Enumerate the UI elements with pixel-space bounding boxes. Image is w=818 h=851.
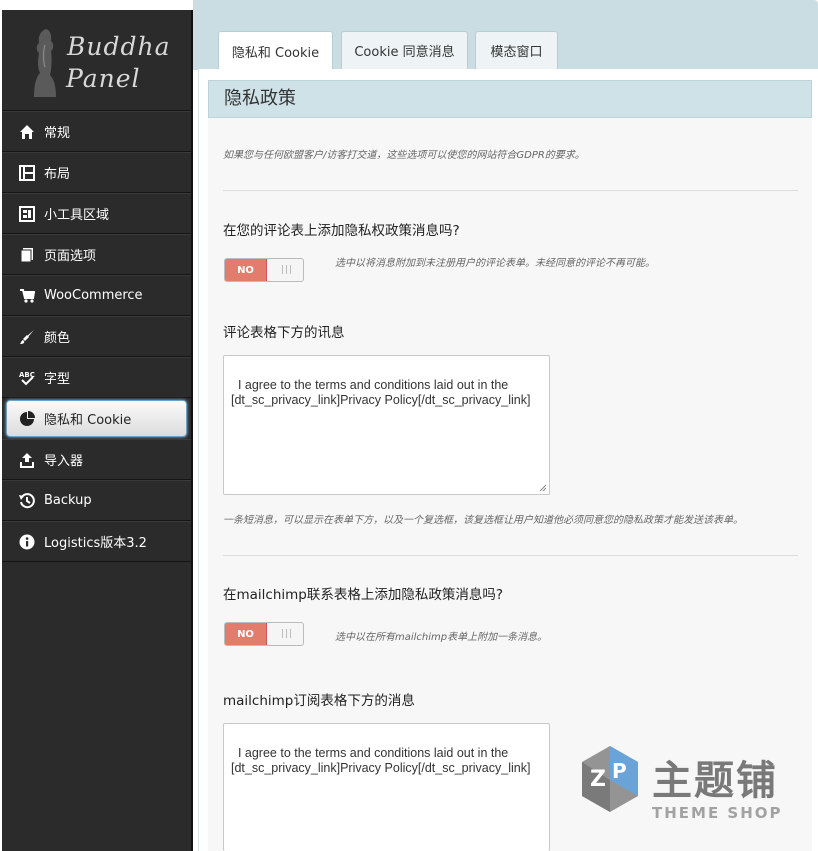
sidebar-item-label: 隐私和 Cookie: [44, 413, 132, 428]
toggle-grip-icon: |||: [281, 629, 294, 639]
typography-icon: ABC: [18, 369, 36, 387]
comment-privacy-hint: 选中以将消息附加到未注册用户的评论表单。未经同意的评论不再可能。: [335, 258, 655, 269]
brand-logo: Buddha Panel: [2, 10, 191, 111]
sidebar-item-privacy-cookie[interactable]: 隐私和 Cookie: [6, 400, 187, 437]
toggle-no-label: NO: [225, 623, 267, 645]
sidebar-item-label: 布局: [44, 167, 71, 182]
sidebar-item-label: WooCommerce: [44, 288, 143, 303]
buddha-logo-icon: [34, 29, 56, 97]
mailchimp-message-value: I agree to the terms and conditions laid…: [231, 746, 531, 775]
theme-shop-logo-icon: Z P: [582, 746, 638, 812]
theme-shop-watermark: Z P 主题铺 THEME SHOP: [572, 742, 802, 832]
home-icon: [18, 123, 36, 141]
comment-message-label: 评论表格下方的讯息: [223, 325, 345, 341]
watermark-en: THEME SHOP: [652, 804, 783, 822]
comment-privacy-toggle[interactable]: NO |||: [224, 258, 304, 282]
sidebar-item-backup[interactable]: Backup: [2, 480, 191, 521]
divider: [223, 555, 798, 556]
resize-handle-icon[interactable]: [539, 484, 547, 492]
brand-title-line2: Panel: [66, 64, 141, 93]
mailchimp-privacy-toggle[interactable]: NO |||: [224, 622, 304, 646]
sidebar-item-label: 颜色: [44, 331, 71, 346]
mailchimp-message-label: mailchimp订阅表格下方的消息: [223, 693, 415, 709]
divider: [223, 190, 798, 191]
section-intro: 如果您与任何欧盟客户/访客打交道，这些选项可以使您的网站符合GDPR的要求。: [223, 150, 585, 161]
tab-modal-window[interactable]: 模态窗口: [475, 31, 558, 69]
section-title: 隐私政策: [208, 80, 812, 118]
comment-message-textarea[interactable]: I agree to the terms and conditions laid…: [223, 355, 550, 495]
sidebar-item-importer[interactable]: 导入器: [2, 439, 191, 480]
toggle-grip-icon: |||: [281, 265, 294, 275]
sidebar-item-layout[interactable]: 布局: [2, 152, 191, 193]
sidebar-item-label: 小工具区域: [44, 208, 110, 223]
sidebar-item-label: 页面选项: [44, 249, 97, 264]
comment-message-hint: 一条短消息，可以显示在表单下方，以及一个复选框，该复选框让用户知道他必须同意您的…: [223, 515, 743, 526]
sidebar-item-label: 导入器: [44, 454, 84, 469]
widgets-icon: [18, 205, 36, 223]
mailchimp-message-textarea[interactable]: I agree to the terms and conditions laid…: [223, 723, 550, 851]
brand-title-line1: Buddha: [67, 32, 171, 61]
watermark-cn: 主题铺: [652, 758, 778, 804]
mailchimp-privacy-question: 在mailchimp联系表格上添加隐私政策消息吗?: [223, 587, 504, 603]
tab-cookie-consent[interactable]: Cookie 同意消息: [341, 31, 468, 69]
sidebar-item-general[interactable]: 常规: [2, 111, 191, 152]
history-icon: [18, 492, 36, 510]
comment-message-value: I agree to the terms and conditions laid…: [231, 378, 531, 407]
svg-text:P: P: [612, 759, 627, 783]
sidebar-item-version-info[interactable]: Logistics版本3.2: [2, 521, 191, 562]
tab-privacy-cookie[interactable]: 隐私和 Cookie: [218, 31, 333, 71]
cart-icon: [18, 287, 36, 305]
pages-icon: [18, 246, 36, 264]
import-icon: [18, 451, 36, 469]
mailchimp-privacy-hint: 选中以在所有mailchimp表单上附加一条消息。: [335, 632, 548, 643]
layout-icon: [18, 164, 36, 182]
sidebar-item-page-options[interactable]: 页面选项: [2, 234, 191, 275]
info-icon: [18, 533, 36, 551]
sidebar-item-woocommerce[interactable]: WooCommerce: [2, 275, 191, 316]
brush-icon: [18, 328, 36, 346]
svg-text:Z: Z: [590, 767, 606, 792]
sidebar: Buddha Panel 常规 布局 小工具区域 页面选项 WooCommerc…: [2, 10, 193, 851]
sidebar-item-label: 字型: [44, 372, 71, 387]
sidebar-item-label: Logistics版本3.2: [44, 536, 147, 551]
sidebar-item-colors[interactable]: 颜色: [2, 316, 191, 357]
sidebar-item-widgets[interactable]: 小工具区域: [2, 193, 191, 234]
sidebar-item-label: 常规: [44, 126, 71, 141]
pie-chart-icon: [18, 410, 36, 428]
comment-privacy-question: 在您的评论表上添加隐私权政策消息吗?: [223, 223, 460, 239]
sidebar-item-label: Backup: [44, 493, 92, 508]
toggle-no-label: NO: [225, 259, 267, 281]
sidebar-item-typography[interactable]: ABC 字型: [2, 357, 191, 398]
